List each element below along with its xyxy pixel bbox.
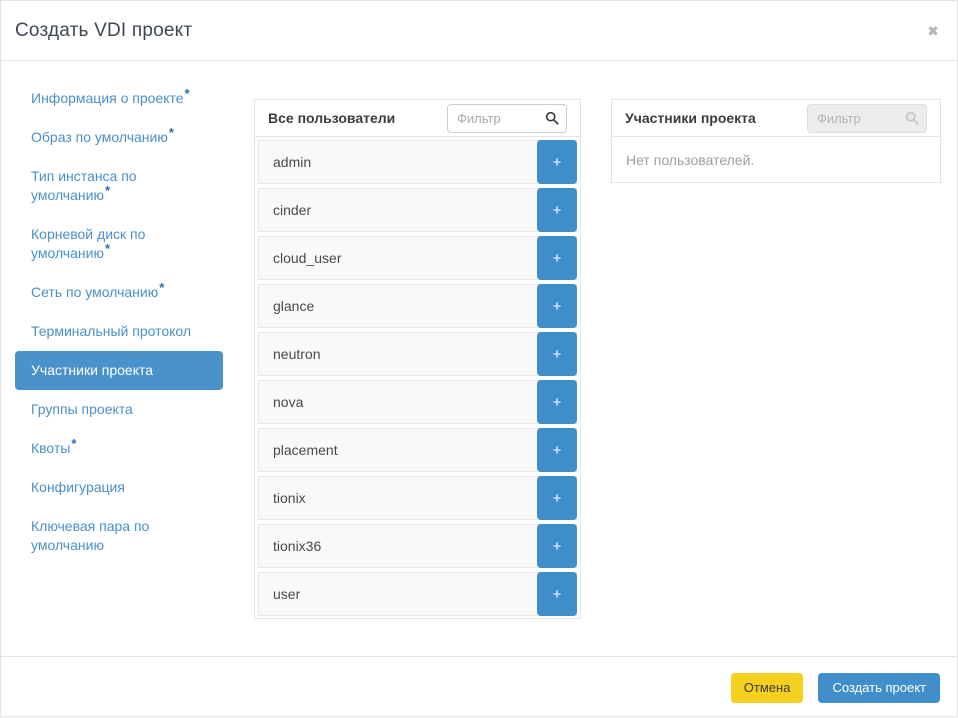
cancel-button[interactable]: Отмена <box>731 673 804 703</box>
sidebar-item-label: Группы проекта <box>31 401 133 417</box>
wizard-tabs: Информация о проекте*Образ по умолчанию*… <box>15 79 223 565</box>
sidebar-item-label: Участники проекта <box>31 362 153 378</box>
create-project-button[interactable]: Создать проект <box>818 673 940 703</box>
required-asterisk: * <box>169 125 174 140</box>
required-asterisk: * <box>105 183 110 198</box>
user-name: admin <box>273 154 311 170</box>
sidebar-item-label: Тип инстанса по умолчанию <box>31 168 137 203</box>
all-users-filter <box>447 104 567 133</box>
project-members-panel-header: Участники проекта <box>612 100 940 137</box>
user-row: tionix36 + <box>258 524 577 568</box>
user-name: placement <box>273 442 338 458</box>
dialog-footer: Отмена Создать проект <box>1 656 957 718</box>
user-name: nova <box>273 394 303 410</box>
user-name: tionix36 <box>273 538 321 554</box>
user-name: tionix <box>273 490 306 506</box>
required-asterisk: * <box>185 86 190 101</box>
user-row: cinder + <box>258 188 577 232</box>
sidebar-item-label: Образ по умолчанию <box>31 129 168 145</box>
add-user-button[interactable]: + <box>537 236 577 280</box>
required-asterisk: * <box>159 280 164 295</box>
all-users-panel: Все пользователи admin+cinder+cloud_user… <box>254 99 581 619</box>
user-row: glance + <box>258 284 577 328</box>
all-users-panel-header: Все пользователи <box>255 100 580 137</box>
members-empty-message: Нет пользователей. <box>612 137 940 182</box>
add-user-button[interactable]: + <box>537 140 577 184</box>
sidebar-item-project-info[interactable]: Информация о проекте* <box>15 79 223 118</box>
sidebar-item-terminal-protocol[interactable]: Терминальный протокол <box>15 312 223 351</box>
user-row: admin + <box>258 140 577 184</box>
sidebar-item-configuration[interactable]: Конфигурация <box>15 468 223 507</box>
user-row: neutron + <box>258 332 577 376</box>
user-row: cloud_user + <box>258 236 577 280</box>
close-icon[interactable]: ✖ <box>927 24 939 38</box>
user-row: tionix + <box>258 476 577 520</box>
add-user-button[interactable]: + <box>537 524 577 568</box>
add-user-button[interactable]: + <box>537 380 577 424</box>
sidebar-item-quotas[interactable]: Квоты* <box>15 429 223 468</box>
all-users-list: admin+cinder+cloud_user+glance+neutron+n… <box>255 137 580 619</box>
sidebar-item-project-members[interactable]: Участники проекта <box>15 351 223 390</box>
user-name: cloud_user <box>273 250 342 266</box>
search-icon[interactable] <box>545 111 559 125</box>
project-members-title: Участники проекта <box>625 110 756 126</box>
sidebar-item-label: Информация о проекте <box>31 90 184 106</box>
sidebar-item-default-flavor[interactable]: Тип инстанса по умолчанию* <box>15 157 223 215</box>
sidebar-item-label: Конфигурация <box>31 479 125 495</box>
dialog-title: Создать VDI проект <box>15 20 192 42</box>
user-name: glance <box>273 298 314 314</box>
sidebar-item-default-root-disk[interactable]: Корневой диск по умолчанию* <box>15 215 223 273</box>
add-user-button[interactable]: + <box>537 572 577 616</box>
required-asterisk: * <box>105 241 110 256</box>
sidebar-item-default-network[interactable]: Сеть по умолчанию* <box>15 273 223 312</box>
sidebar-item-label: Сеть по умолчанию <box>31 284 158 300</box>
required-asterisk: * <box>71 436 76 451</box>
sidebar-item-project-groups[interactable]: Группы проекта <box>15 390 223 429</box>
user-row: nova + <box>258 380 577 424</box>
user-name: cinder <box>273 202 311 218</box>
sidebar-item-default-keypair[interactable]: Ключевая пара по умолчанию <box>15 507 223 565</box>
sidebar-item-label: Терминальный протокол <box>31 323 191 339</box>
user-name: user <box>273 586 300 602</box>
sidebar-item-label: Ключевая пара по умолчанию <box>31 518 149 553</box>
add-user-button[interactable]: + <box>537 428 577 472</box>
add-user-button[interactable]: + <box>537 284 577 328</box>
add-user-button[interactable]: + <box>537 332 577 376</box>
sidebar-item-label: Корневой диск по умолчанию <box>31 226 145 261</box>
dialog-header: Создать VDI проект ✖ <box>1 1 957 61</box>
user-row: placement + <box>258 428 577 472</box>
sidebar-item-default-image[interactable]: Образ по умолчанию* <box>15 118 223 157</box>
project-members-filter <box>807 104 927 133</box>
search-icon <box>905 111 919 125</box>
user-row: user + <box>258 572 577 616</box>
add-user-button[interactable]: + <box>537 188 577 232</box>
add-user-button[interactable]: + <box>537 476 577 520</box>
user-name: neutron <box>273 346 320 362</box>
sidebar-item-label: Квоты <box>31 440 70 456</box>
all-users-title: Все пользователи <box>268 110 395 126</box>
project-members-panel: Участники проекта Нет пользователей. <box>611 99 941 183</box>
